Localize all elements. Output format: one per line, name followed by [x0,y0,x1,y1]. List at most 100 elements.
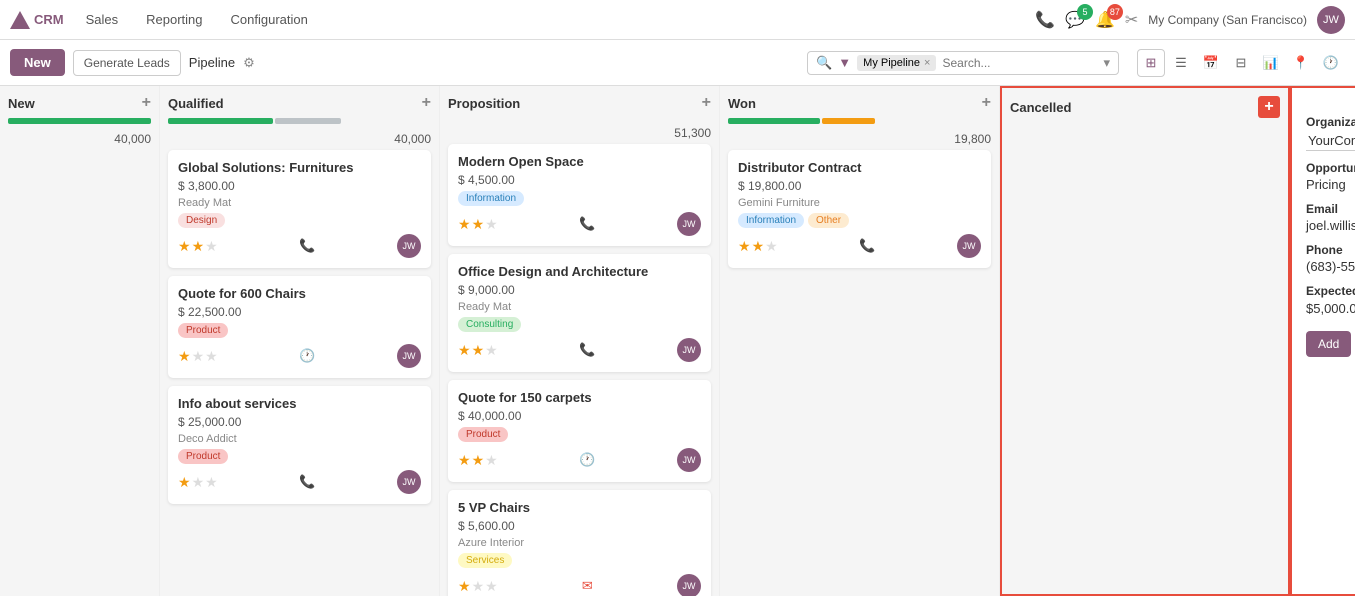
card-tag[interactable]: Design [178,213,225,228]
nav-configuration[interactable]: Configuration [225,8,314,31]
card-tag[interactable]: Information [458,191,524,206]
phone-value: (683)-556-5104 [1306,259,1355,274]
search-dropdown-icon[interactable]: ▾ [1103,55,1110,71]
graph-view-btn[interactable]: 📊 [1257,49,1285,77]
crm-logo[interactable]: CRM [10,11,64,29]
card-tag[interactable]: Product [178,323,228,338]
col-add-cancelled[interactable]: + [1258,96,1280,118]
col-add-new[interactable]: + [142,94,151,112]
card-footer: ★ ★ ★ 📞 JW [178,470,421,494]
generate-leads-button[interactable]: Generate Leads [73,50,181,76]
card-tags: Consulting [458,317,701,332]
col-add-proposition[interactable]: + [702,94,711,112]
kanban-area: New + 40,000 Qualified + 40,000 Global S… [0,86,1355,596]
card-amount: $ 4,500.00 [458,173,701,187]
kanban-col-won: Won + 19,800 Distributor Contract $ 19,8… [720,86,1000,596]
card-footer: ★ ★ ★ 🕐 JW [178,344,421,368]
kanban-card[interactable]: Info about services $ 25,000.00 Deco Add… [168,386,431,504]
filter-tag: My Pipeline × [857,55,936,71]
kanban-card[interactable]: Modern Open Space $ 4,500.00 Information… [448,144,711,246]
user-avatar[interactable]: JW [1317,6,1345,34]
org-input[interactable] [1306,131,1355,151]
map-view-btn[interactable]: 📍 [1287,49,1315,77]
list-view-btn[interactable]: ☰ [1167,49,1195,77]
card-avatar: JW [677,338,701,362]
filter-tag-remove[interactable]: × [924,57,930,69]
star-rating: ★ ★ ★ [178,474,218,491]
org-label-text: Organization / Contact [1306,115,1355,129]
star-3: ★ [205,474,218,491]
clock-icon[interactable]: 🕐 [579,452,595,468]
card-tag[interactable]: Services [458,553,512,568]
card-action-icons: 📞 [579,216,595,232]
card-company: Ready Mat [178,197,421,209]
kanban-card[interactable]: Office Design and Architecture $ 9,000.0… [448,254,711,372]
col-header-qualified: Qualified + [168,94,431,112]
card-amount: $ 5,600.00 [458,519,701,533]
add-button[interactable]: Add [1306,331,1351,357]
scissors-icon: ✂ [1125,10,1138,30]
phone-icon[interactable]: 📞 [859,238,875,254]
card-avatar: JW [397,234,421,258]
card-action-icons: ✉ [582,578,593,594]
card-avatar: JW [677,448,701,472]
nav-sales[interactable]: Sales [80,8,125,31]
clock-icon[interactable]: 🕐 [299,348,315,364]
opp-value: Pricing [1306,177,1355,192]
card-tags: Design [178,213,421,228]
card-action-icons: 🕐 [579,452,595,468]
chat-icon[interactable]: 💬 5 [1065,10,1085,30]
kanban-view-btn[interactable]: ⊞ [1137,49,1165,77]
card-tags: Product [178,449,421,464]
right-panel: Organization / Contact ? → Opportunity P… [1290,86,1355,596]
kanban-col-proposition: Proposition + 51,300 Modern Open Space $… [440,86,720,596]
pb-green [728,118,820,124]
col-add-qualified[interactable]: + [422,94,431,112]
calendar-view-btn[interactable]: 📅 [1197,49,1225,77]
kanban-card[interactable]: Quote for 150 carpets $ 40,000.00 Produc… [448,380,711,482]
pb-orange [822,118,875,124]
activity-badge: 87 [1107,4,1123,20]
phone-icon[interactable]: 📞 [299,474,315,490]
kanban-card[interactable]: Global Solutions: Furnitures $ 3,800.00 … [168,150,431,268]
col-add-won[interactable]: + [982,94,991,112]
phone-icon[interactable]: 📞 [579,342,595,358]
kanban-card[interactable]: Distributor Contract $ 19,800.00 Gemini … [728,150,991,268]
card-tag[interactable]: Other [808,213,849,228]
filter-tag-label: My Pipeline [863,57,920,69]
activity-view-btn[interactable]: 🕐 [1317,49,1345,77]
pipeline-settings-icon[interactable]: ⚙ [243,55,255,71]
card-tags: Product [458,427,701,442]
company-name: My Company (San Francisco) [1148,13,1307,27]
star-rating: ★ ★ ★ [178,348,218,365]
card-amount: $ 3,800.00 [178,179,421,193]
email-icon[interactable]: ✉ [582,578,593,594]
search-icon: 🔍 [816,55,832,71]
phone-icon[interactable]: 📞 [299,238,315,254]
panel-buttons: Add Edit [1306,331,1355,357]
pivot-view-btn[interactable]: ⊟ [1227,49,1255,77]
card-amount: $ 40,000.00 [458,409,701,423]
card-footer: ★ ★ ★ 📞 JW [458,338,701,362]
col-amount-proposition: 51,300 [448,126,711,140]
card-tag[interactable]: Product [178,449,228,464]
nav-reporting[interactable]: Reporting [140,8,208,31]
activity-icon[interactable]: 🔔 87 [1095,10,1115,30]
star-2: ★ [752,238,765,255]
new-button[interactable]: New [10,49,65,76]
revenue-value: $5,000.00 [1306,301,1355,316]
card-tag[interactable]: Product [458,427,508,442]
search-input[interactable] [942,56,1097,70]
kanban-card[interactable]: 5 VP Chairs $ 5,600.00 Azure Interior Se… [448,490,711,596]
card-tag[interactable]: Information [738,213,804,228]
card-avatar: JW [677,212,701,236]
card-title: Office Design and Architecture [458,264,701,279]
phone-icon[interactable]: 📞 [579,216,595,232]
star-3: ★ [485,452,498,469]
phone-nav-icon[interactable]: 📞 [1035,10,1055,30]
star-3: ★ [765,238,778,255]
card-tag[interactable]: Consulting [458,317,521,332]
card-title: Info about services [178,396,421,411]
star-1: ★ [178,474,191,491]
kanban-card[interactable]: Quote for 600 Chairs $ 22,500.00 Product… [168,276,431,378]
